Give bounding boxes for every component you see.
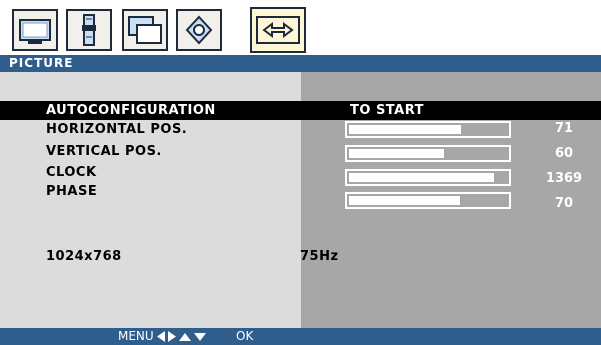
settings-diamond-icon xyxy=(185,15,213,45)
value-phase: 70 xyxy=(554,196,574,211)
slider-phase[interactable] xyxy=(345,192,511,209)
slider-fill xyxy=(349,149,444,158)
tab-windows[interactable] xyxy=(122,9,168,51)
menu-item-clock[interactable]: CLOCK xyxy=(46,165,97,180)
refresh-rate-readout: 75Hz xyxy=(300,249,339,264)
menu-hint: MENU xyxy=(118,329,154,343)
tab-geometry[interactable] xyxy=(250,7,306,53)
resolution-readout: 1024x768 xyxy=(46,249,122,264)
footer-bar: MENU OK xyxy=(0,328,601,345)
slider-vertical-pos[interactable] xyxy=(345,145,511,162)
slider-clock[interactable] xyxy=(345,169,511,186)
tab-settings[interactable] xyxy=(176,9,222,51)
menu-item-phase[interactable]: PHASE xyxy=(46,184,97,199)
value-horizontal-pos: 71 xyxy=(554,121,574,136)
title-bar: PICTURE xyxy=(0,55,601,72)
to-start-action[interactable]: TO START xyxy=(350,101,424,120)
horizontal-arrows-icon xyxy=(256,16,300,44)
osd-menu: PICTURE AUTOCONFIGURATION TO START HORIZ… xyxy=(0,55,601,345)
slider-fill xyxy=(349,125,461,134)
multi-window-icon xyxy=(128,16,162,44)
monitor-picture-icon xyxy=(19,19,51,44)
slider-horizontal-pos[interactable] xyxy=(345,121,511,138)
value-vertical-pos: 60 xyxy=(554,146,574,161)
menu-item-vertical-pos[interactable]: VERTICAL POS. xyxy=(46,144,162,159)
menu-title: PICTURE xyxy=(9,56,74,70)
menu-item-horizontal-pos[interactable]: HORIZONTAL POS. xyxy=(46,122,187,137)
ok-hint: OK xyxy=(236,329,254,343)
tab-monitor[interactable] xyxy=(12,9,58,51)
autoconfiguration-item[interactable]: AUTOCONFIGURATION xyxy=(46,101,216,120)
brightness-contrast-icon xyxy=(82,14,96,46)
navigation-arrows-icon xyxy=(157,331,206,342)
value-clock: 1369 xyxy=(545,171,583,186)
tab-brightness[interactable] xyxy=(66,9,112,51)
slider-fill xyxy=(349,196,460,205)
slider-fill xyxy=(349,173,494,182)
osd-tab-bar xyxy=(0,0,310,55)
